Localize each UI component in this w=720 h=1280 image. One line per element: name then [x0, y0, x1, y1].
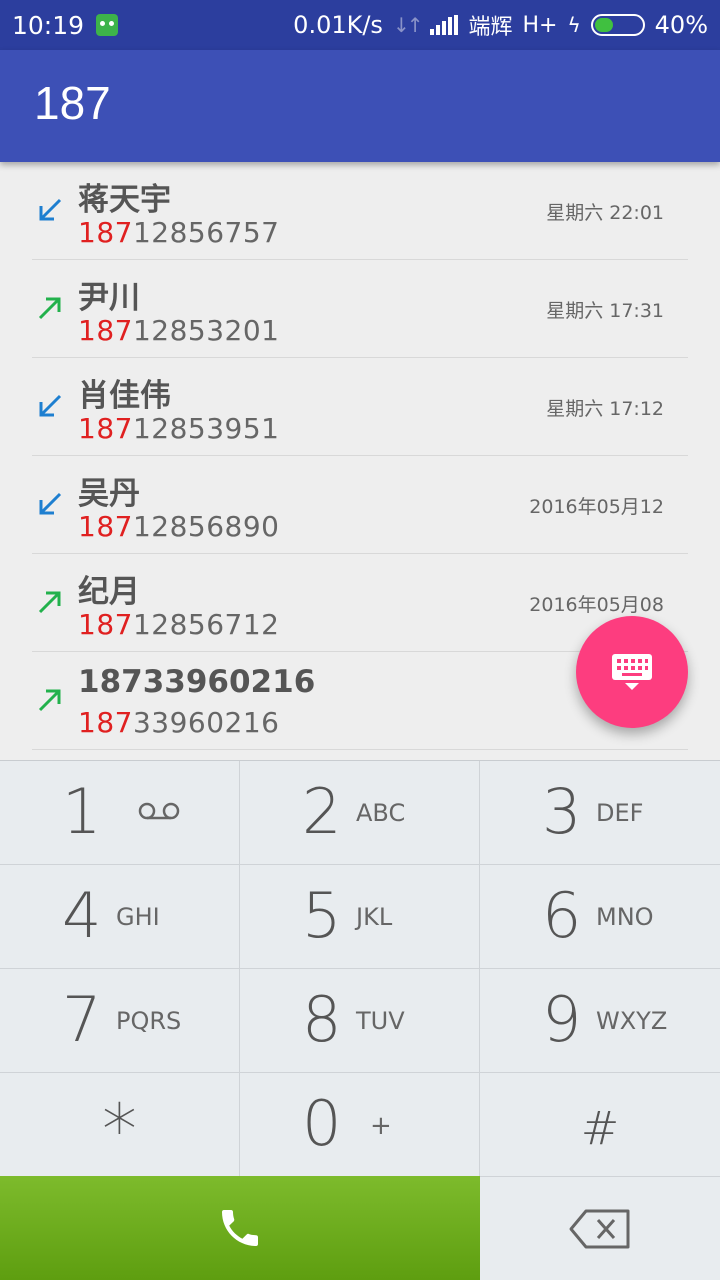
key-digit: * — [102, 1089, 137, 1171]
number-match: 187 — [78, 510, 133, 543]
contact-name: 尹川 — [78, 280, 140, 316]
number-rest: 12853201 — [132, 314, 280, 347]
incoming-call-icon — [39, 394, 62, 417]
dial-key-star[interactable]: * — [0, 1073, 240, 1177]
key-letters: GHI — [116, 903, 160, 931]
contact-name: 18733960216 — [78, 664, 316, 700]
charging-icon: ϟ — [567, 13, 581, 37]
network-type: H+ — [522, 12, 558, 38]
key-digit: 2 — [302, 775, 342, 848]
number-match: 187 — [78, 216, 133, 249]
key-digit: 0 — [302, 1087, 342, 1160]
call-log-row[interactable]: 吴丹 18712856890 2016年05月12 — [32, 456, 688, 554]
call-date: 星期六 22:01 — [546, 202, 664, 224]
phone-number: 18712856757 — [78, 216, 279, 249]
status-bar: 10:19 0.01K/s ↓↑ 端辉 H+ ϟ 40% — [0, 0, 720, 50]
phone-number: 18712853951 — [78, 412, 279, 445]
number-rest: 12853951 — [132, 412, 280, 445]
key-digit: 6 — [542, 879, 582, 952]
phone-number: 18733960216 — [78, 706, 279, 739]
number-match: 187 — [78, 314, 133, 347]
dial-key-9[interactable]: 9 WXYZ — [480, 969, 720, 1073]
dial-key-7[interactable]: 7 PQRS — [0, 969, 240, 1073]
key-digit: 3 — [542, 775, 582, 848]
dial-key-hash[interactable]: # — [480, 1073, 720, 1177]
key-letters: JKL — [356, 903, 393, 931]
number-rest: 33960216 — [132, 706, 280, 739]
key-letters: MNO — [596, 903, 654, 931]
keyboard-icon — [612, 654, 652, 690]
call-date: 2016年05月12 — [529, 496, 664, 518]
call-date: 2016年05月08 — [529, 594, 664, 616]
call-button[interactable] — [0, 1176, 480, 1280]
contact-name: 肖佳伟 — [78, 378, 171, 414]
dial-key-5[interactable]: 5 JKL — [240, 865, 480, 969]
call-date: 星期六 17:31 — [546, 300, 664, 322]
key-letters: TUV — [356, 1007, 405, 1035]
key-digit: 8 — [302, 983, 342, 1056]
call-log-row[interactable]: 蒋天宇 18712856757 星期六 22:01 — [32, 162, 688, 260]
call-date: 星期六 17:12 — [546, 398, 664, 420]
contact-name: 吴丹 — [78, 476, 140, 512]
call-log-row[interactable]: 肖佳伟 18712853951 星期六 17:12 — [32, 358, 688, 456]
key-digit: 7 — [62, 983, 102, 1056]
number-match: 187 — [78, 706, 133, 739]
voicemail-icon — [138, 802, 180, 820]
data-activity-icon: ↓↑ — [392, 13, 423, 37]
status-time: 10:19 — [12, 10, 85, 40]
status-right: 0.01K/s ↓↑ 端辉 H+ ϟ 40% — [293, 9, 708, 41]
key-digit: 1 — [62, 775, 102, 848]
dial-key-2[interactable]: 2 ABC — [240, 761, 480, 865]
contact-name: 纪月 — [78, 574, 140, 610]
key-letters: WXYZ — [596, 1007, 668, 1035]
backspace-icon — [569, 1209, 630, 1248]
contact-name: 蒋天宇 — [78, 182, 171, 218]
signal-icon — [430, 15, 459, 35]
key-letters: ABC — [356, 799, 406, 827]
net-speed: 0.01K/s — [293, 11, 383, 39]
notification-app-icon — [96, 14, 119, 36]
phone-icon — [222, 1210, 258, 1246]
battery-percent: 40% — [654, 11, 708, 39]
dial-key-0[interactable]: 0 + — [240, 1073, 480, 1177]
outgoing-call-icon — [38, 591, 61, 614]
number-rest: 12856712 — [132, 608, 280, 641]
outgoing-call-icon — [38, 689, 61, 712]
key-digit: 4 — [62, 879, 102, 952]
call-log-row[interactable]: 尹川 18712853201 星期六 17:31 — [32, 260, 688, 358]
dialpad: 1 2 ABC 3 DEF 4 GHI 5 JKL 6 MNO 7 PQRS 8 TUV 9 WXYZ * 0 + # — [0, 760, 720, 1177]
toggle-keyboard-button[interactable] — [576, 616, 688, 728]
key-letters: + — [370, 1111, 392, 1141]
dial-key-8[interactable]: 8 TUV — [240, 969, 480, 1073]
number-match: 187 — [78, 412, 133, 445]
dial-key-4[interactable]: 4 GHI — [0, 865, 240, 969]
phone-number: 18712856890 — [78, 510, 279, 543]
battery-icon — [590, 14, 645, 36]
dialed-number: 187 — [34, 77, 111, 129]
dial-toolbar: 187 — [0, 50, 720, 162]
key-digit: 9 — [542, 983, 582, 1056]
incoming-call-icon — [39, 492, 62, 515]
carrier-name: 端辉 — [468, 15, 513, 40]
phone-number: 18712853201 — [78, 314, 279, 347]
key-digit: # — [580, 1101, 620, 1155]
dial-key-6[interactable]: 6 MNO — [480, 865, 720, 969]
dial-key-3[interactable]: 3 DEF — [480, 761, 720, 865]
backspace-button[interactable] — [480, 1176, 720, 1280]
key-digit: 5 — [302, 879, 342, 952]
dial-key-1[interactable]: 1 — [0, 761, 240, 865]
number-match: 187 — [78, 608, 133, 641]
number-rest: 12856890 — [132, 510, 280, 543]
outgoing-call-icon — [38, 297, 61, 320]
key-letters: DEF — [596, 799, 644, 827]
incoming-call-icon — [39, 198, 62, 221]
number-rest: 12856757 — [132, 216, 280, 249]
phone-number: 18712856712 — [78, 608, 279, 641]
key-letters: PQRS — [116, 1007, 182, 1035]
